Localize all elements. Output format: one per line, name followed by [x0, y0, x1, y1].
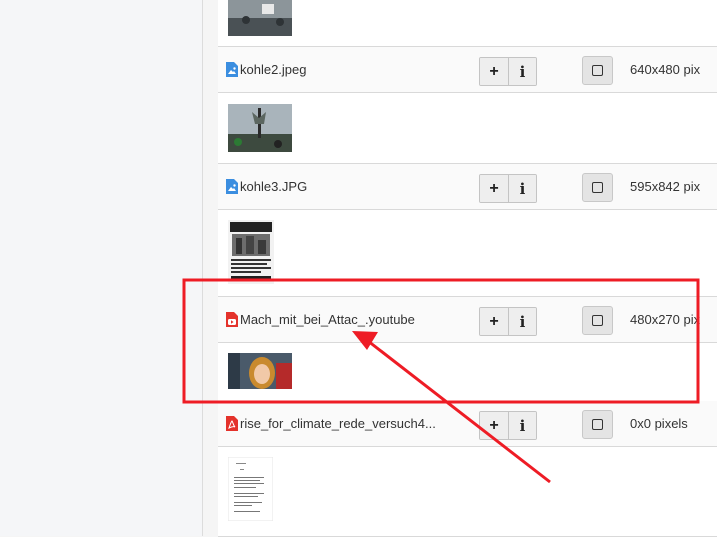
- file-row[interactable]: Mach_mit_bei_Attac_.youtube + i 480x270 …: [218, 297, 717, 343]
- pdf-file-icon: [226, 416, 238, 431]
- thumbnail-image[interactable]: [228, 220, 274, 284]
- file-row[interactable]: rise_for_climate_rede_versuch4... + i 0x…: [218, 401, 717, 447]
- add-button[interactable]: +: [480, 412, 508, 439]
- thumbnail-row: [218, 0, 717, 47]
- file-name[interactable]: kohle3.JPG: [240, 179, 307, 194]
- thumbnail-image[interactable]: [228, 0, 292, 36]
- info-button[interactable]: i: [508, 412, 536, 439]
- add-button[interactable]: +: [480, 175, 508, 202]
- add-button[interactable]: +: [480, 58, 508, 85]
- image-dimensions: 0x0 pixels: [630, 416, 688, 431]
- select-checkbox[interactable]: [582, 306, 613, 335]
- checkbox-icon: [592, 182, 603, 193]
- file-name[interactable]: kohle2.jpeg: [240, 62, 307, 77]
- action-buttons: + i: [479, 174, 537, 203]
- select-checkbox[interactable]: [582, 410, 613, 439]
- thumbnail-image[interactable]: [228, 353, 292, 389]
- checkbox-icon: [592, 419, 603, 430]
- thumbnail-row: [218, 343, 717, 402]
- image-dimensions: 480x270 pix: [630, 312, 701, 327]
- file-name[interactable]: rise_for_climate_rede_versuch4...: [240, 416, 436, 431]
- file-row[interactable]: kohle2.jpeg + i 640x480 pix: [218, 47, 717, 93]
- select-checkbox[interactable]: [582, 173, 613, 202]
- info-button[interactable]: i: [508, 58, 536, 85]
- info-button[interactable]: i: [508, 175, 536, 202]
- youtube-file-icon: [226, 312, 238, 327]
- left-navigation-pane: [0, 0, 203, 536]
- checkbox-icon: [592, 315, 603, 326]
- image-dimensions: 595x842 pix: [630, 179, 701, 194]
- thumbnail-row: [218, 447, 717, 537]
- add-button[interactable]: +: [480, 308, 508, 335]
- checkbox-icon: [592, 65, 603, 76]
- action-buttons: + i: [479, 307, 537, 336]
- file-name[interactable]: Mach_mit_bei_Attac_.youtube: [240, 312, 415, 327]
- action-buttons: + i: [479, 57, 537, 86]
- info-button[interactable]: i: [508, 308, 536, 335]
- image-file-icon: [226, 62, 238, 77]
- thumbnail-image[interactable]: [227, 456, 274, 522]
- action-buttons: + i: [479, 411, 537, 440]
- select-checkbox[interactable]: [582, 56, 613, 85]
- thumbnail-row: [218, 210, 717, 297]
- image-dimensions: 640x480 pix: [630, 62, 701, 77]
- file-row[interactable]: kohle3.JPG + i 595x842 pix: [218, 164, 717, 210]
- image-file-icon: [226, 179, 238, 194]
- thumbnail-row: [218, 93, 717, 164]
- thumbnail-image[interactable]: [228, 104, 292, 152]
